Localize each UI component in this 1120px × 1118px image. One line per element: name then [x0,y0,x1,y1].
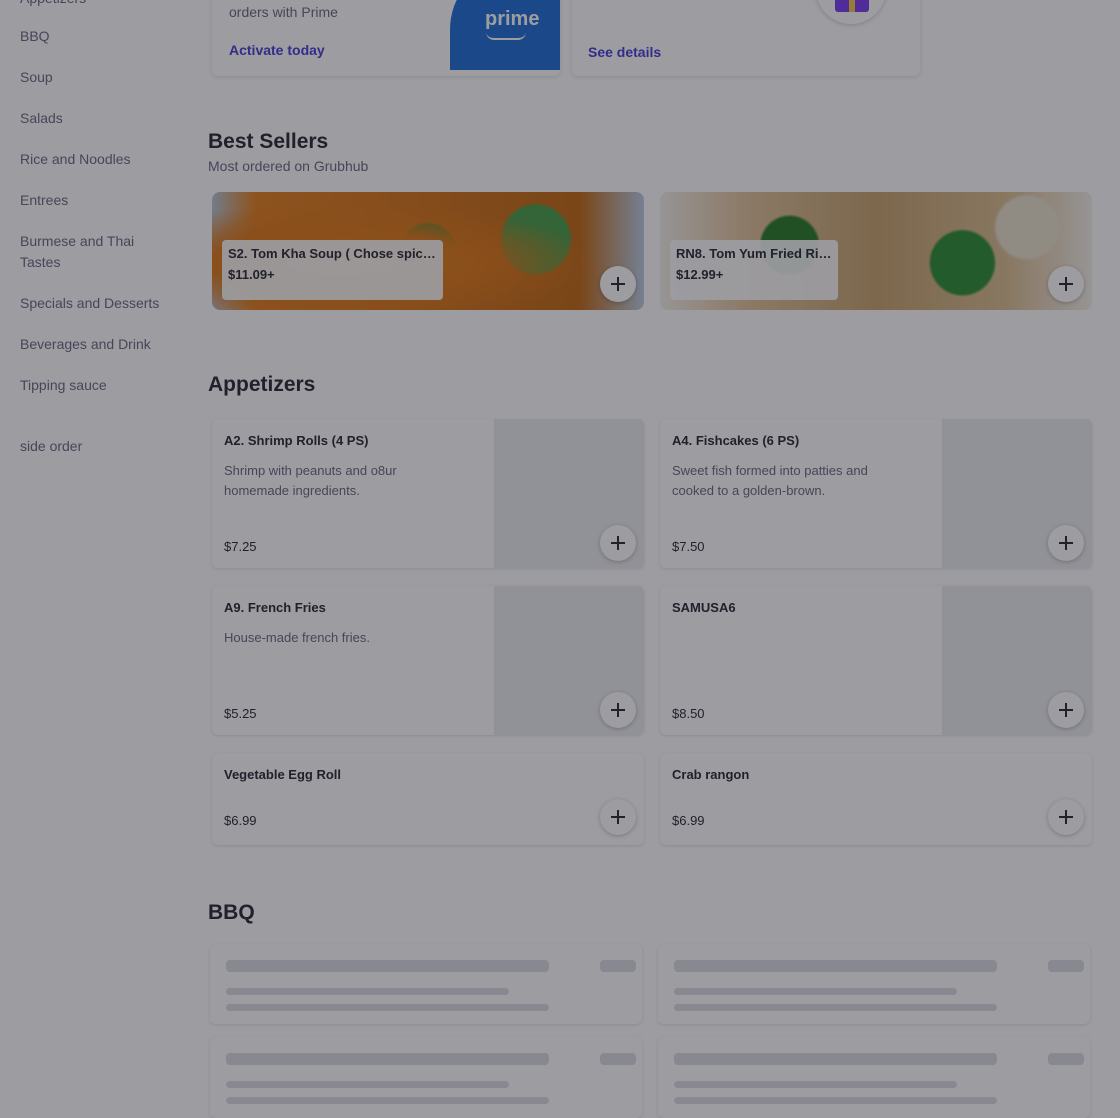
sidebar-item-tipping-sauce[interactable]: Tipping sauce [20,375,170,396]
gift-badge [816,0,886,24]
skeleton-line [226,1004,549,1011]
skeleton-line [674,1081,957,1088]
menu-item-price: $8.50 [672,706,705,721]
menu-item-description: Sweet fish formed into patties and cooke… [672,463,868,498]
add-item-button[interactable] [1048,799,1084,835]
best-seller-name: S2. Tom Kha Soup ( Chose spicy... [228,246,437,261]
restaurant-menu-page: Appetizers BBQ Soup Salads Rice and Nood… [0,0,1120,1118]
loading-item-card [658,1037,1090,1118]
menu-item-card[interactable]: A2. Shrimp Rolls (4 PS) Shrimp with pean… [212,419,644,568]
sidebar-item-bbq[interactable]: BBQ [20,26,170,47]
skeleton-line [226,960,549,972]
skeleton-line [600,960,636,972]
gift-promo-card[interactable]: See details [572,0,920,76]
best-seller-name: RN8. Tom Yum Fried Rice [676,246,832,261]
skeleton-line [674,1053,997,1065]
best-seller-card[interactable]: RN8. Tom Yum Fried Rice $12.99+ [660,192,1092,310]
appetizers-title: Appetizers [208,373,316,396]
see-details-link[interactable]: See details [588,44,661,60]
best-sellers-title: Best Sellers [208,130,329,153]
best-seller-price: $11.09+ [228,267,275,282]
sidebar-item-soup[interactable]: Soup [20,67,170,88]
skeleton-line [674,988,957,995]
loading-item-card [210,944,642,1024]
add-item-button[interactable] [600,266,636,302]
add-item-button[interactable] [600,692,636,728]
menu-item-card[interactable]: A9. French Fries House-made french fries… [212,586,644,735]
menu-item-price: $7.25 [224,539,257,554]
sidebar-item-beverages[interactable]: Beverages and Drink [20,334,170,355]
loading-item-card [210,1037,642,1118]
add-item-button[interactable] [1048,266,1084,302]
best-seller-price: $12.99+ [676,267,724,282]
menu-item-card[interactable]: SAMUSA6 $8.50 [660,586,1092,735]
sidebar-item-rice-and-noodles[interactable]: Rice and Noodles [20,149,170,170]
sidebar-item-burmese-and-thai[interactable]: Burmese and Thai Tastes [20,231,150,273]
menu-item-name: A9. French Fries [224,600,326,615]
menu-item-description: House-made french fries. [224,630,370,645]
sidebar-item-specials-and-desserts[interactable]: Specials and Desserts [20,293,170,314]
menu-item-price: $7.50 [672,539,705,554]
skeleton-line [674,1097,997,1104]
menu-item-card[interactable]: A4. Fishcakes (6 PS) Sweet fish formed i… [660,419,1092,568]
add-item-button[interactable] [600,525,636,561]
skeleton-line [600,1053,636,1065]
best-sellers-subtitle: Most ordered on Grubhub [208,158,369,174]
best-seller-label: RN8. Tom Yum Fried Rice $12.99+ [670,240,838,300]
prime-promo-text: orders with Prime [229,4,338,20]
skeleton-line [226,1053,549,1065]
menu-item-name: Crab rangon [672,767,750,782]
menu-item-price: $6.99 [672,813,705,828]
sidebar-item-appetizers[interactable]: Appetizers [20,0,170,9]
skeleton-line [674,960,997,972]
add-item-button[interactable] [600,799,636,835]
loading-item-card [658,944,1090,1024]
menu-item-description: Shrimp with peanuts and o8ur homemade in… [224,463,397,498]
skeleton-line [1048,1053,1084,1065]
menu-item-card[interactable]: Crab rangon $6.99 [660,753,1092,845]
bbq-title: BBQ [208,901,255,924]
gift-icon [835,0,869,12]
best-seller-label: S2. Tom Kha Soup ( Chose spicy... $11.09… [222,240,443,300]
add-item-button[interactable] [1048,692,1084,728]
skeleton-line [226,988,509,995]
skeleton-line [1048,960,1084,972]
prime-logo: prime [450,0,560,70]
menu-item-name: SAMUSA6 [672,600,736,615]
skeleton-line [674,1004,997,1011]
sidebar-item-entrees[interactable]: Entrees [20,190,170,211]
sidebar-item-salads[interactable]: Salads [20,108,170,129]
prime-logo-word: prime [485,8,540,30]
skeleton-line [226,1081,509,1088]
sidebar-item-side-order[interactable]: side order [20,436,170,457]
menu-item-name: A2. Shrimp Rolls (4 PS) [224,433,369,448]
best-seller-card[interactable]: S2. Tom Kha Soup ( Chose spicy... $11.09… [212,192,644,310]
prime-smile-icon [486,32,526,40]
menu-item-price: $5.25 [224,706,257,721]
skeleton-line [226,1097,549,1104]
menu-item-card[interactable]: Vegetable Egg Roll $6.99 [212,753,644,845]
menu-item-name: A4. Fishcakes (6 PS) [672,433,800,448]
prime-promo-card[interactable]: orders with Prime Activate today prime [212,0,560,76]
menu-item-name: Vegetable Egg Roll [224,767,342,782]
add-item-button[interactable] [1048,525,1084,561]
menu-item-price: $6.99 [224,813,257,828]
activate-prime-link[interactable]: Activate today [229,42,325,58]
